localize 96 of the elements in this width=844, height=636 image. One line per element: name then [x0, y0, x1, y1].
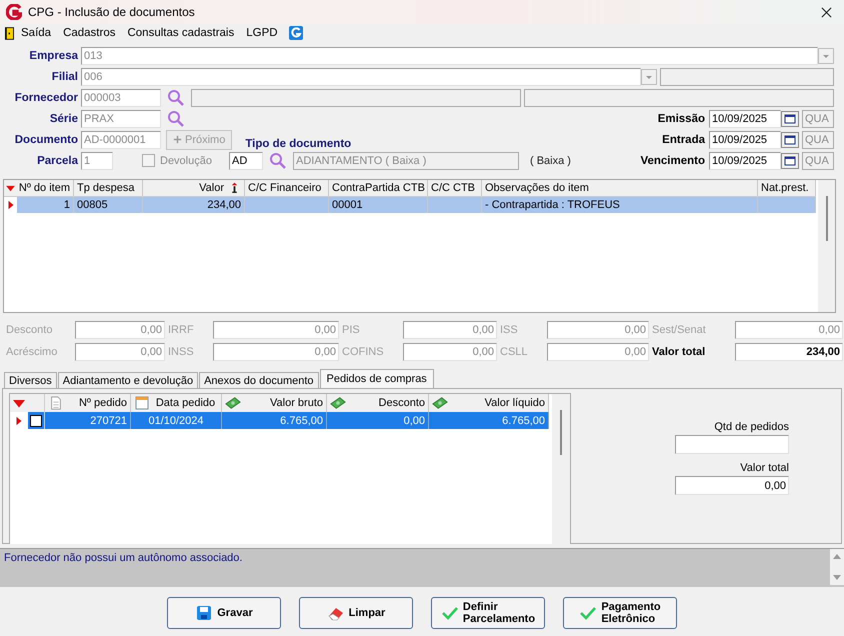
field-label: Série [48, 112, 78, 124]
search-icon[interactable] [268, 152, 287, 170]
check-icon [440, 605, 459, 621]
input-field[interactable]: AD [228, 152, 263, 170]
table-cell: 00001 [332, 199, 363, 211]
check-icon [579, 605, 598, 621]
field-label: Vencimento [640, 154, 705, 166]
document-icon [48, 396, 64, 410]
field-label: Empresa [28, 50, 78, 62]
column-header[interactable]: Valor bruto [244, 397, 323, 409]
table-cell: 6.765,00 [502, 414, 545, 426]
field-label: INSS [168, 346, 195, 358]
field-label: Fornecedor [14, 92, 78, 104]
window-title: CPG - Inclusão de documentos [28, 5, 196, 19]
table-cell: 00805 [77, 199, 108, 211]
current-row-icon [14, 414, 24, 426]
app-logo-icon [6, 4, 22, 20]
action-button[interactable]: Pagamento Eletrônico [563, 597, 677, 629]
table-cell: - Contrapartida : TROFEUS [485, 199, 620, 211]
weekday-field: QUA [802, 110, 834, 128]
calendar-icon[interactable] [781, 132, 799, 148]
save-icon [195, 605, 214, 621]
amount-field[interactable]: 234,00 [735, 343, 843, 361]
menu-item[interactable]: Saída [16, 27, 56, 39]
weekday-field: QUA [802, 152, 834, 170]
column-header[interactable]: Nº do item [17, 180, 74, 196]
count-field[interactable] [675, 435, 789, 454]
field-label: CSLL [500, 346, 529, 358]
tab[interactable]: Adiantamento e devolução [58, 372, 198, 388]
field-label: Documento [14, 134, 78, 146]
banknote-icon [330, 396, 346, 410]
field-label: Parcela [36, 154, 78, 166]
search-icon[interactable] [167, 110, 185, 128]
field-label: Entrada [662, 134, 705, 146]
tab[interactable]: Pedidos de compras [320, 369, 434, 388]
calendar-icon [134, 396, 150, 410]
field-label: Desconto [6, 324, 54, 336]
tab[interactable]: Diversos [4, 372, 57, 388]
column-header[interactable]: Data pedido [153, 397, 218, 409]
action-button[interactable]: Definir Parcelamento [431, 597, 545, 629]
section-label: Tipo de documento [245, 138, 352, 150]
banknote-icon [225, 396, 241, 410]
scrollbar-icon[interactable] [830, 549, 844, 585]
weekday-field: QUA [802, 130, 834, 148]
readonly-field: ADIANTAMENTO ( Baixa ) [292, 152, 519, 170]
field-label: PIS [342, 324, 361, 336]
field-label: Sest/Senat [652, 324, 707, 336]
action-button[interactable]: Gravar [167, 597, 281, 629]
field-label: Acréscimo [6, 346, 58, 358]
table-cell: 6.765,00 [280, 414, 323, 426]
tab[interactable]: Anexos do documento [199, 372, 319, 388]
field-label: IRRF [168, 324, 195, 336]
menu-item[interactable]: Consultas cadastrais [122, 27, 240, 39]
search-icon[interactable] [167, 88, 185, 106]
menu-item[interactable]: Cadastros [58, 27, 120, 39]
field-label: Emissão [658, 112, 705, 124]
table-cell: 0,00 [404, 414, 425, 426]
table-row[interactable]: 1 00805 234,00 00001 - Contrapartida : TROFEUS [4, 197, 816, 213]
row-checkbox[interactable] [30, 414, 42, 426]
column-header[interactable]: C/C Financeiro [245, 180, 329, 196]
column-header[interactable]: Valor [143, 180, 245, 196]
field-label: Valor total [740, 462, 789, 474]
column-header[interactable]: Tp despesa [74, 180, 143, 196]
field-label: Filial [50, 70, 78, 82]
table-cell: 234,00 [207, 199, 241, 211]
field-note: ( Baixa ) [530, 154, 571, 166]
table-cell: 270721 [90, 414, 127, 426]
sort-icon [230, 182, 239, 194]
eraser-icon [326, 605, 345, 621]
amount-field[interactable]: 0,00 [675, 476, 789, 495]
table-cell: 1 [64, 199, 70, 211]
column-header[interactable]: ContraPartida CTB [329, 180, 428, 196]
date-field[interactable]: 10/09/2025 [709, 110, 781, 128]
plus-icon [173, 135, 182, 144]
door-icon[interactable] [5, 26, 14, 40]
banknote-icon [432, 396, 448, 410]
column-header[interactable]: C/C CTB [428, 180, 482, 196]
column-header[interactable]: Valor líquido [451, 397, 545, 409]
table-cell: 01/10/2024 [148, 414, 204, 426]
calendar-icon[interactable] [781, 110, 799, 126]
field-label: ISS [500, 324, 519, 336]
date-field[interactable]: 10/09/2025 [709, 152, 781, 170]
close-icon[interactable] [821, 6, 832, 18]
column-header[interactable]: Nº pedido [67, 397, 127, 409]
column-header[interactable]: Nat.prest. [758, 180, 816, 196]
date-field[interactable]: 10/09/2025 [709, 130, 781, 148]
menu-item[interactable]: LGPD [241, 27, 283, 39]
column-header[interactable]: Desconto [349, 397, 425, 409]
calendar-icon[interactable] [781, 152, 799, 168]
field-label: COFINS [342, 346, 385, 358]
field-label: Valor total [652, 346, 706, 358]
action-button[interactable]: Limpar [299, 597, 413, 629]
field-label: Qtd de pedidos [714, 421, 789, 433]
column-header[interactable]: Observações do item [482, 180, 758, 196]
status-message: Fornecedor não possui um autônomo associado. [3, 551, 244, 566]
table-row[interactable]: 270721 01/10/2024 6.765,00 0,00 6.765,00 [10, 412, 549, 429]
